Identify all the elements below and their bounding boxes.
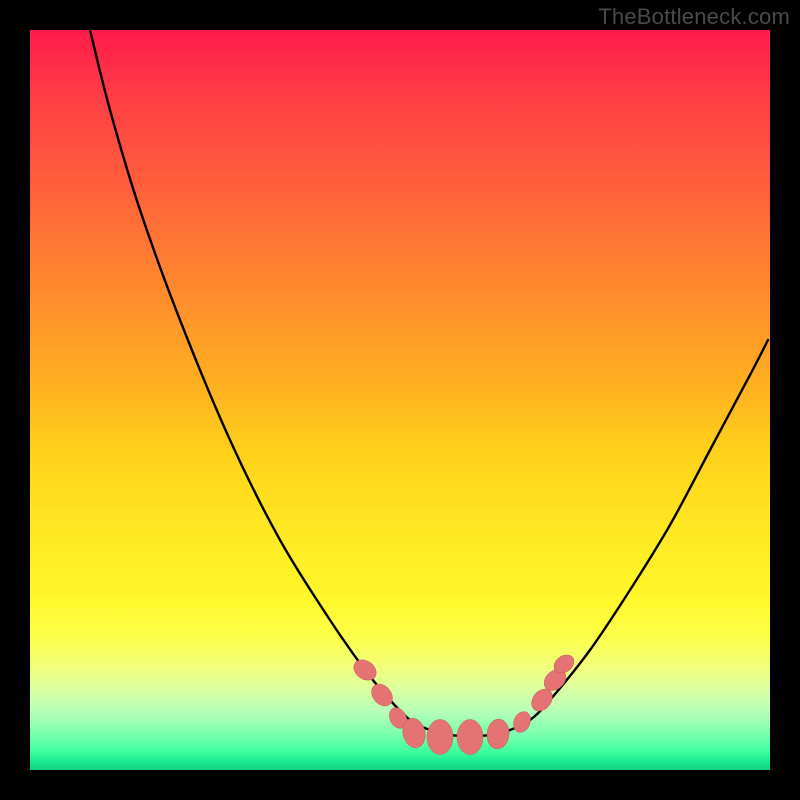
trough-marker [510,709,533,735]
bottleneck-curve [90,30,768,736]
trough-marker [367,680,396,710]
trough-marker [350,656,380,685]
trough-marker [427,719,453,754]
plot-area [30,30,770,770]
trough-marker [457,719,483,754]
curve-svg [30,30,770,770]
trough-marker [486,718,511,750]
chart-frame: TheBottleneck.com [0,0,800,800]
trough-markers [350,651,578,754]
watermark-label: TheBottleneck.com [598,4,790,30]
